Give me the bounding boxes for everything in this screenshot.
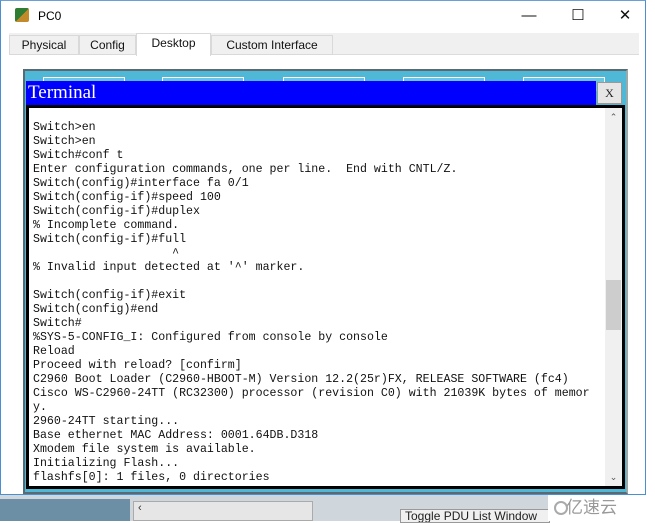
- terminal-title: Terminal: [26, 81, 596, 105]
- terminal-line: Switch#: [33, 317, 82, 330]
- device-toolbar: [0, 499, 130, 521]
- terminal-line: Initializing Flash...: [33, 457, 180, 470]
- terminal-line: Cisco WS-C2960-24TT (RC32300) processor …: [33, 387, 590, 400]
- terminal-line: Reload: [33, 345, 75, 358]
- vertical-scrollbar[interactable]: ⌃ ⌄: [605, 108, 622, 486]
- terminal-line: y.: [33, 401, 47, 414]
- terminal-line: Switch(config-if)#full: [33, 233, 187, 246]
- terminal-line: Xmodem file system is available.: [33, 443, 256, 456]
- terminal-line: Proceed with reload? [confirm]: [33, 359, 242, 372]
- terminal-line: flashfs[0]: 1 files, 0 directories: [33, 471, 270, 484]
- tab-custom-interface[interactable]: Custom Interface: [211, 35, 333, 55]
- maximize-button[interactable]: ☐: [558, 1, 598, 31]
- scroll-up-icon[interactable]: ⌃: [605, 110, 622, 124]
- terminal-line: Switch#conf t: [33, 149, 124, 162]
- terminal-line: Switch(config)#interface fa 0/1: [33, 177, 249, 190]
- watermark-logo-icon: [554, 501, 568, 515]
- tab-physical[interactable]: Physical: [9, 35, 79, 55]
- tab-bar: Physical Config Desktop Custom Interface: [9, 33, 639, 56]
- terminal-line: % Incomplete command.: [33, 219, 180, 232]
- scroll-down-icon[interactable]: ⌄: [605, 470, 622, 484]
- window-title: PC0: [38, 9, 62, 23]
- terminal-line: Switch(config)#end: [33, 303, 159, 316]
- minimize-button[interactable]: —: [509, 1, 549, 31]
- terminal-output[interactable]: Switch>en Switch>en Switch#conf t Enter con…: [26, 105, 625, 489]
- terminal-line: Switch(config-if)#exit: [33, 289, 187, 302]
- terminal-line: Switch(config-if)#duplex: [33, 205, 200, 218]
- terminal-line: ^: [33, 247, 180, 260]
- scroll-thumb[interactable]: [606, 280, 621, 330]
- terminal-line: C2960 Boot Loader (C2960-HBOOT-M) Versio…: [33, 373, 569, 386]
- tab-config[interactable]: Config: [79, 35, 136, 55]
- title-bar: PC0 — ☐ ✕: [1, 1, 645, 31]
- horizontal-scrollbar[interactable]: ‹: [133, 501, 313, 521]
- terminal-line: Switch(config-if)#speed 100: [33, 191, 221, 204]
- terminal-lines: Switch>en Switch>en Switch#conf t Enter con…: [33, 121, 590, 485]
- terminal-line: % Invalid input detected at '^' marker.: [33, 261, 305, 274]
- terminal-line: %SYS-5-CONFIG_I: Configured from console…: [33, 331, 388, 344]
- close-button[interactable]: ✕: [605, 1, 645, 31]
- terminal-close-button[interactable]: X: [597, 82, 622, 104]
- terminal-line: 2960-24TT starting...: [33, 415, 180, 428]
- watermark-text: 亿速云: [566, 498, 617, 517]
- terminal-line: Base ethernet MAC Address: 0001.64DB.D31…: [33, 429, 319, 442]
- packet-tracer-pc-icon: [15, 8, 29, 22]
- terminal-line: Switch>en: [33, 135, 96, 148]
- tab-desktop[interactable]: Desktop: [136, 33, 211, 56]
- terminal-line: Switch>en: [33, 121, 96, 134]
- watermark: 亿速云: [548, 495, 655, 521]
- terminal-line: Enter configuration commands, one per li…: [33, 163, 458, 176]
